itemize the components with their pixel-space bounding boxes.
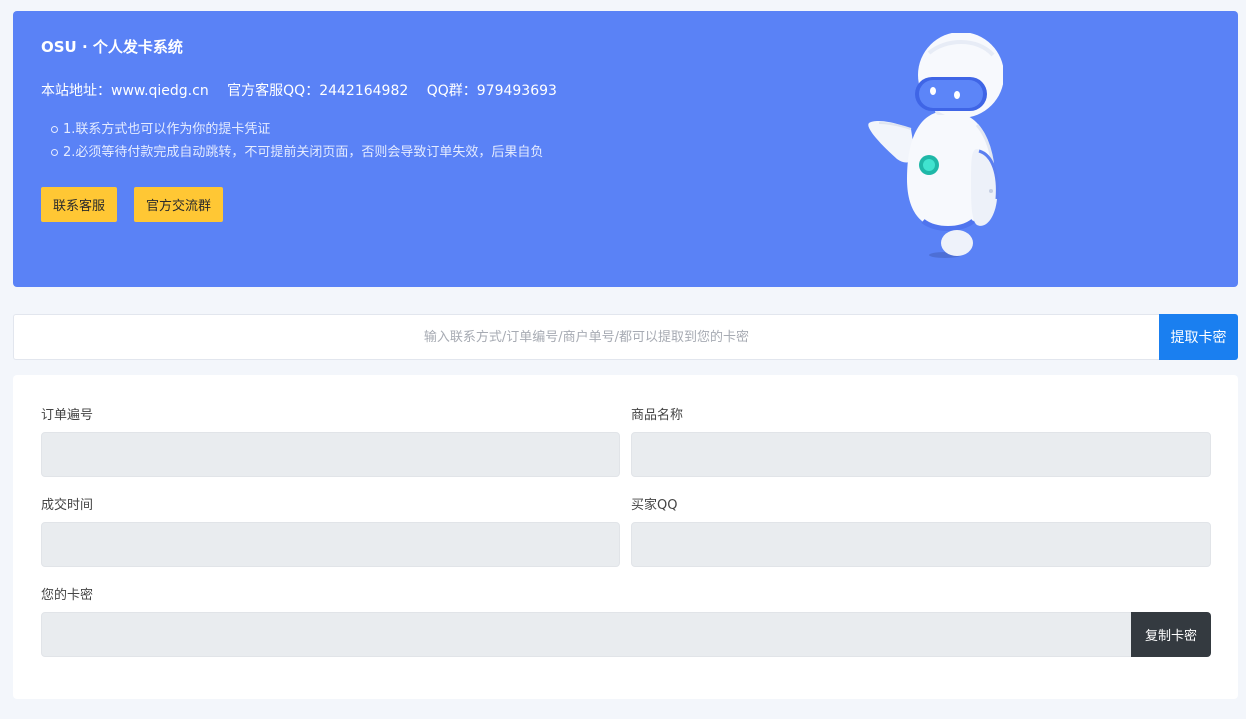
contact-service-button[interactable]: 联系客服 [41, 187, 118, 222]
service-qq: 官方客服QQ：2442164982 [227, 83, 409, 99]
robot-mascot-icon [868, 33, 1003, 258]
hero-actions: 联系客服 官方交流群 [41, 187, 224, 222]
site-title: OSU · 个人发卡系统 [41, 38, 183, 56]
extract-card-button[interactable]: 提取卡密 [1159, 314, 1238, 360]
deal-time-label: 成交时间 [41, 498, 94, 513]
copy-card-button[interactable]: 复制卡密 [1131, 612, 1211, 657]
tip-item: 1.联系方式也可以作为你的提卡凭证 [41, 118, 543, 141]
tip-item: 2.必须等待付款完成自动跳转，不可提前关闭页面，否则会导致订单失效，后果自负 [41, 141, 543, 164]
order-details-card: 订单遍号 商品名称 成交时间 买家QQ 您的卡密 复制卡密 [13, 375, 1238, 699]
card-secret-label: 您的卡密 [41, 588, 94, 603]
qq-group: QQ群：979493693 [426, 83, 557, 99]
card-secret-field[interactable] [41, 612, 1132, 657]
site-address: 本站地址：www.qiedg.cn [41, 83, 209, 99]
order-search-input[interactable] [13, 314, 1159, 360]
deal-time-field[interactable] [41, 522, 620, 567]
order-number-label: 订单遍号 [41, 408, 94, 423]
buyer-qq-label: 买家QQ [631, 498, 678, 513]
card-search-bar: 提取卡密 [13, 314, 1238, 360]
product-name-label: 商品名称 [631, 408, 684, 423]
product-name-field[interactable] [631, 432, 1211, 477]
official-group-button[interactable]: 官方交流群 [134, 187, 224, 222]
hero-banner: OSU · 个人发卡系统 本站地址：www.qiedg.cn 官方客服QQ：24… [13, 11, 1238, 287]
buyer-qq-field[interactable] [631, 522, 1211, 567]
order-number-field[interactable] [41, 432, 620, 477]
site-info: 本站地址：www.qiedg.cn 官方客服QQ：2442164982 QQ群：… [41, 80, 571, 100]
tips-list: 1.联系方式也可以作为你的提卡凭证 2.必须等待付款完成自动跳转，不可提前关闭页… [41, 118, 543, 164]
